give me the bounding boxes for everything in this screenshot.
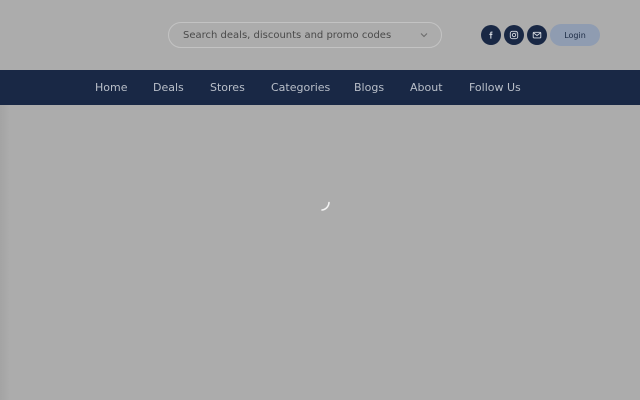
facebook-icon[interactable] xyxy=(481,25,501,45)
search-bar[interactable] xyxy=(168,22,442,48)
search-input[interactable] xyxy=(183,23,413,47)
chevron-down-icon[interactable] xyxy=(419,30,429,40)
spinner-icon xyxy=(321,201,330,211)
login-button[interactable]: Login xyxy=(550,24,600,46)
nav-item-stores[interactable]: Stores xyxy=(210,70,245,105)
nav-item-deals[interactable]: Deals xyxy=(153,70,184,105)
page: Login Home Deals Stores Categories Blogs… xyxy=(0,0,640,400)
mail-icon[interactable] xyxy=(527,25,547,45)
nav-item-follow-us[interactable]: Follow Us xyxy=(469,70,521,105)
nav-item-home[interactable]: Home xyxy=(95,70,127,105)
nav-item-categories[interactable]: Categories xyxy=(271,70,330,105)
main-navbar: Home Deals Stores Categories Blogs About… xyxy=(0,70,640,105)
header: Login xyxy=(0,0,640,70)
instagram-icon[interactable] xyxy=(504,25,524,45)
nav-item-about[interactable]: About xyxy=(410,70,443,105)
nav-item-blogs[interactable]: Blogs xyxy=(354,70,384,105)
edge-shadow xyxy=(0,105,10,400)
